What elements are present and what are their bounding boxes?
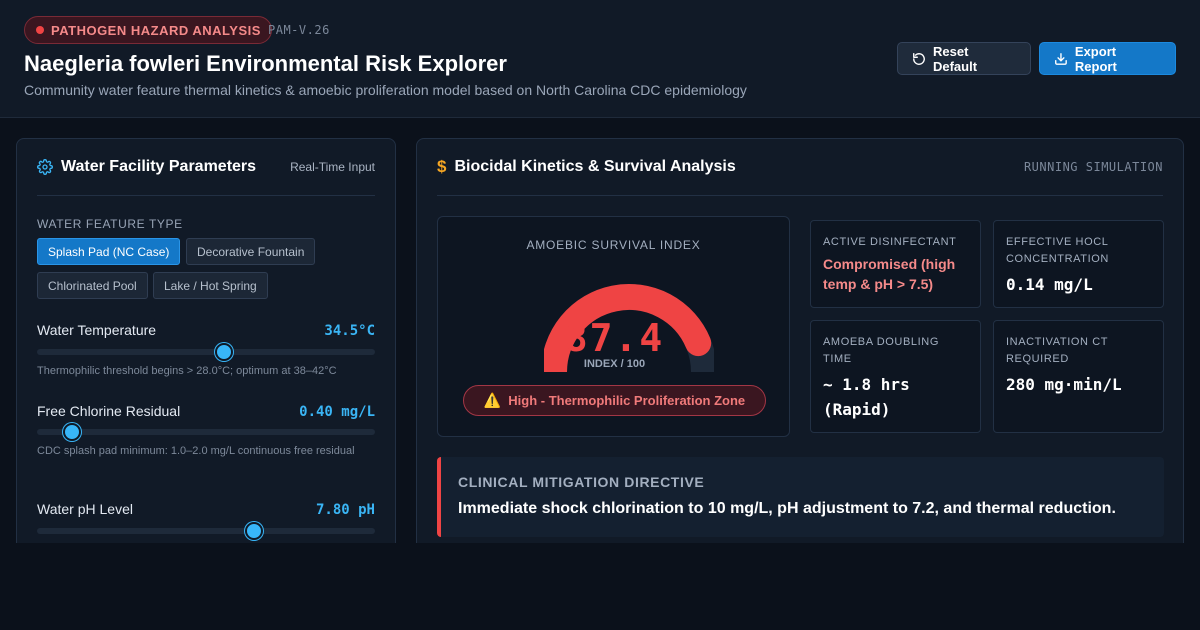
reset-default-label: Reset Default <box>932 43 978 74</box>
panel-title: Biocidal Kinetics & Survival Analysis <box>454 158 736 175</box>
biocidal-kinetics-panel: $ Biocidal Kinetics & Survival Analysis … <box>416 138 1184 558</box>
survival-index-unit: INDEX / 100 <box>583 358 646 370</box>
metric-value: 0.14 mg/L <box>1006 275 1093 294</box>
export-report-button[interactable]: Export Report <box>1039 42 1176 75</box>
water-temperature-note: Thermophilic threshold begins > 28.0°C; … <box>37 365 337 377</box>
water-temperature-thumb[interactable] <box>215 343 233 361</box>
metric-card-hocl: EFFECTIVE HOCL CONCENTRATION 0.14 mg/L <box>993 220 1164 308</box>
status-dot <box>36 26 44 34</box>
feature-type-chlorinated-pool[interactable]: Chlorinated Pool <box>37 272 148 299</box>
water-temperature-slider[interactable] <box>37 343 375 361</box>
metric-label: AMOEBA DOUBLING TIME <box>823 336 939 365</box>
water-ph-value: 7.80 pH <box>315 502 375 518</box>
free-chlorine-thumb[interactable] <box>63 423 81 441</box>
gear-icon <box>37 159 53 175</box>
directive-title: CLINICAL MITIGATION DIRECTIVE <box>458 474 705 490</box>
panel-header: Water Facility Parameters Real-Time Inpu… <box>37 139 375 196</box>
rotate-ccw-icon <box>913 52 925 65</box>
gauge-title: AMOEBIC SURVIVAL INDEX <box>526 238 701 252</box>
metric-card-disinfectant: ACTIVE DISINFECTANT Compromised (high te… <box>810 220 981 308</box>
panel-title: Water Facility Parameters <box>61 158 257 175</box>
hazard-badge: PATHOGEN HAZARD ANALYSIS <box>24 16 272 44</box>
metric-value: 280 mg·min/L <box>1006 375 1122 394</box>
metric-value: Compromised (high temp & pH > 7.5) <box>823 256 956 292</box>
feature-type-splash-pad[interactable]: Splash Pad (NC Case) <box>37 238 181 265</box>
metric-card-ct-required: INACTIVATION CT REQUIRED 280 mg·min/L <box>993 320 1164 433</box>
free-chlorine-slider[interactable] <box>37 423 375 441</box>
survival-index-card: AMOEBIC SURVIVAL INDEX 87.4 INDEX / 100 … <box>437 216 790 437</box>
hazard-badge-label: PATHOGEN HAZARD ANALYSIS <box>51 22 261 38</box>
page-background <box>0 543 1200 630</box>
export-report-label: Export Report <box>1074 43 1117 74</box>
directive-text: Immediate shock chlorination to 10 mg/L,… <box>458 500 1116 517</box>
download-icon <box>1055 52 1067 65</box>
risk-zone-badge: ⚠️ High - Thermophilic Proliferation Zon… <box>463 385 766 416</box>
panel-header: $ Biocidal Kinetics & Survival Analysis … <box>437 139 1163 196</box>
feature-type-label: WATER FEATURE TYPE <box>37 217 183 231</box>
metric-label: EFFECTIVE HOCL CONCENTRATION <box>1006 236 1109 265</box>
water-ph-thumb[interactable] <box>245 522 263 540</box>
survival-index-value: 87.4 <box>564 316 665 360</box>
water-ph-slider[interactable] <box>37 522 375 540</box>
input-mode-label: Real-Time Input <box>290 160 375 174</box>
free-chlorine-label: Free Chlorine Residual <box>37 403 181 419</box>
water-temperature-value: 34.5°C <box>324 323 375 339</box>
app-header: PATHOGEN HAZARD ANALYSIS PAM-V.26 Naegle… <box>0 0 1200 118</box>
water-facility-panel: Water Facility Parameters Real-Time Inpu… <box>16 138 396 558</box>
water-temperature-label: Water Temperature <box>37 322 157 338</box>
mitigation-directive: CLINICAL MITIGATION DIRECTIVE Immediate … <box>437 457 1164 537</box>
metric-value: ~ 1.8 hrs (Rapid) <box>823 375 910 419</box>
dollar-icon: $ <box>437 157 447 176</box>
water-ph-label: Water pH Level <box>37 501 133 517</box>
feature-type-lake-hot-spring[interactable]: Lake / Hot Spring <box>153 272 268 299</box>
metric-label: INACTIVATION CT REQUIRED <box>1006 336 1108 365</box>
feature-type-decorative-fountain[interactable]: Decorative Fountain <box>186 238 316 265</box>
simulation-status: RUNNING SIMULATION <box>1023 160 1163 174</box>
risk-zone-label: High - Thermophilic Proliferation Zone <box>508 393 746 408</box>
page-title: Naegleria fowleri Environmental Risk Exp… <box>24 51 507 76</box>
metric-label: ACTIVE DISINFECTANT <box>823 236 957 248</box>
free-chlorine-note: CDC splash pad minimum: 1.0–2.0 mg/L con… <box>37 445 355 457</box>
version-label: PAM-V.26 <box>268 23 330 37</box>
metric-card-doubling-time: AMOEBA DOUBLING TIME ~ 1.8 hrs (Rapid) <box>810 320 981 433</box>
warning-icon: ⚠️ <box>483 392 502 408</box>
free-chlorine-value: 0.40 mg/L <box>299 404 375 420</box>
reset-default-button[interactable]: Reset Default <box>897 42 1031 75</box>
page-subtitle: Community water feature thermal kinetics… <box>24 82 747 98</box>
